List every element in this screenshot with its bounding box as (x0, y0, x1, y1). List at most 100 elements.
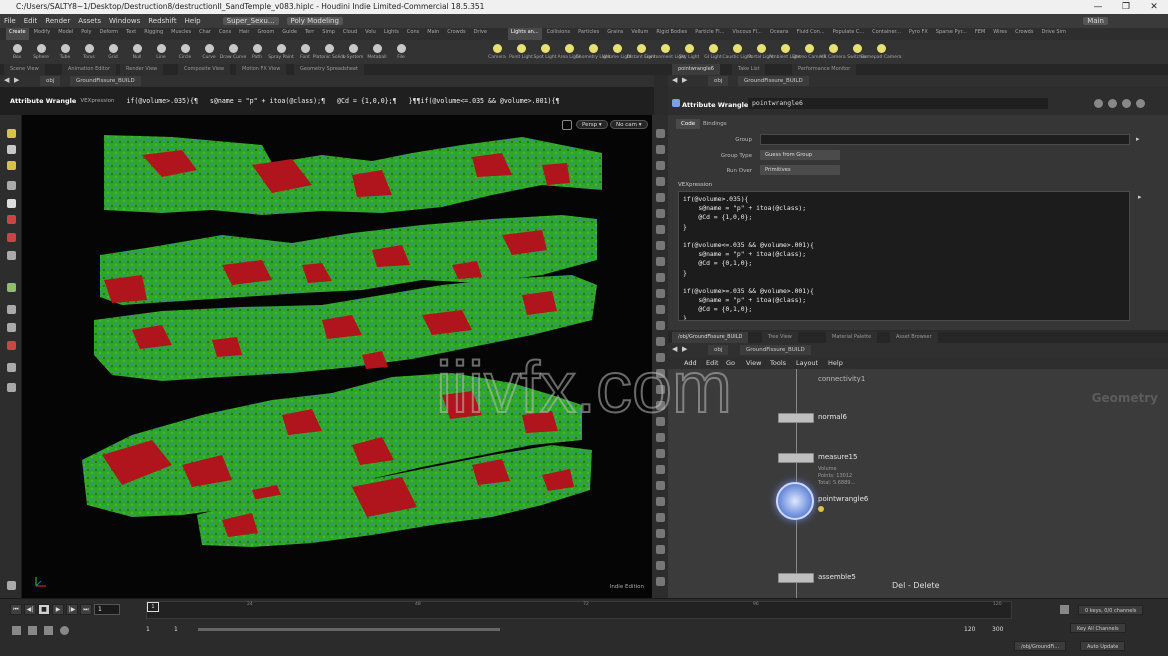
range-slider[interactable] (198, 628, 500, 631)
node-pointwrangle6[interactable] (776, 482, 814, 520)
shelf-tool[interactable]: Camera (486, 40, 508, 64)
network-menu-go[interactable]: Go (726, 357, 735, 369)
node-assemble5[interactable] (778, 573, 814, 583)
shelf-tool[interactable]: Area Light (557, 40, 581, 64)
pane-tab[interactable]: Take List (732, 64, 766, 75)
display-option-icon[interactable] (656, 353, 665, 362)
shelf-tab[interactable]: Drive (471, 28, 490, 40)
network-tab[interactable]: Material Palette (826, 332, 878, 343)
camera-menu[interactable]: No cam ▾ (610, 120, 648, 129)
shelf-tool[interactable]: Spot Light (534, 40, 556, 64)
step-forward-button[interactable]: |▶ (66, 604, 78, 615)
range-end-field[interactable]: 120 (964, 626, 975, 633)
back-arrow-icon[interactable]: ◀ (672, 76, 677, 84)
shelf-tab[interactable]: Sparse Pyr... (933, 28, 970, 40)
display-option-icon[interactable] (656, 225, 665, 234)
key-icon[interactable] (1060, 605, 1069, 614)
zoom-tool-icon[interactable] (7, 323, 16, 332)
network-menu-tools[interactable]: Tools (770, 357, 786, 369)
shelf-tab[interactable]: Cons (404, 28, 422, 40)
display-option-icon[interactable] (656, 417, 665, 426)
shelf-tab[interactable]: Viscous Fl... (729, 28, 765, 40)
key-all-channels-button[interactable]: Key All Channels (1070, 623, 1126, 633)
group-field[interactable] (760, 134, 1130, 145)
menu-file[interactable]: File (4, 17, 16, 25)
display-option-icon[interactable] (656, 337, 665, 346)
shelf-tool[interactable]: L-System (342, 40, 364, 64)
display-option-icon[interactable] (656, 257, 665, 266)
menu-windows[interactable]: Windows (109, 17, 140, 25)
shelf-tab[interactable]: Grains (604, 28, 626, 40)
shelf-tab[interactable]: Fluid Con... (794, 28, 828, 40)
path-crumb-obj[interactable]: obj (40, 76, 61, 86)
forward-arrow-icon[interactable]: ▶ (682, 345, 687, 353)
menu-assets[interactable]: Assets (78, 17, 101, 25)
realtime-toggle-icon[interactable] (12, 626, 21, 635)
shelf-tab[interactable]: Main (424, 28, 442, 40)
start-frame-field[interactable]: 1 (146, 626, 150, 633)
shelf-tool[interactable]: VR Camera (820, 40, 846, 64)
network-tab[interactable]: Tree View (762, 332, 798, 343)
shelf-tool[interactable]: Gamepad Camera (861, 40, 901, 64)
back-arrow-icon[interactable]: ◀ (4, 76, 9, 84)
display-option-icon[interactable] (656, 241, 665, 250)
shelf-tab[interactable]: Guide (279, 28, 300, 40)
display-option-icon[interactable] (656, 305, 665, 314)
network-editor[interactable]: Geometry connectivity1 normal6 measure15… (668, 369, 1168, 598)
shelf-tool[interactable]: Switcher (846, 40, 868, 64)
shelf-tab[interactable]: FEM (972, 28, 988, 40)
shelf-tool[interactable]: Volume Light (602, 40, 632, 64)
forward-arrow-icon[interactable]: ▶ (682, 76, 687, 84)
display-option-icon[interactable] (656, 577, 665, 586)
range-start-field[interactable]: 1 (174, 626, 178, 633)
run-over-dropdown[interactable]: Primitives (760, 165, 840, 175)
back-arrow-icon[interactable]: ◀ (672, 345, 677, 353)
magnet-tool-icon[interactable] (7, 341, 16, 350)
close-button[interactable]: ✕ (1140, 0, 1168, 14)
stop-button[interactable]: ■ (38, 604, 50, 615)
shelf-tab[interactable]: Crowds (444, 28, 468, 40)
shelf-tab[interactable]: Wires (990, 28, 1010, 40)
shelf-tool[interactable]: Grid (102, 40, 124, 64)
shelf-tab[interactable]: Terr (302, 28, 317, 40)
shelf-tool[interactable]: Sky Light (678, 40, 700, 64)
shelf-tab[interactable]: Crowds (1012, 28, 1036, 40)
shelf-tool[interactable]: File (390, 40, 412, 64)
pin-icon[interactable] (1136, 99, 1145, 108)
display-option-icon[interactable] (656, 273, 665, 282)
display-option-icon[interactable] (656, 481, 665, 490)
shelf-tab[interactable]: Container... (869, 28, 904, 40)
network-menu-layout[interactable]: Layout (796, 357, 818, 369)
menu-help[interactable]: Help (185, 17, 201, 25)
shelf-tab[interactable]: Drive Sim (1038, 28, 1068, 40)
display-option-icon[interactable] (656, 497, 665, 506)
shelf-tab[interactable]: Rigid Bodies (653, 28, 690, 40)
code-menu-arrow-icon[interactable]: ▸ (1138, 193, 1142, 201)
path-crumb-node[interactable]: GroundFissure_BUILD (740, 345, 811, 355)
menu-render[interactable]: Render (45, 17, 70, 25)
vex-code-editor[interactable]: if(@volume>.035){ s@name = "p" + itoa(@c… (678, 191, 1130, 321)
shelf-tool[interactable]: Circle (174, 40, 196, 64)
shelf-tab[interactable]: Lights (381, 28, 402, 40)
tab-bindings[interactable]: Bindings (698, 119, 732, 129)
play-button[interactable]: ▶ (52, 604, 64, 615)
jump-start-button[interactable]: ⏮ (10, 604, 22, 615)
display-option-icon[interactable] (656, 401, 665, 410)
sound-toggle-icon[interactable] (28, 626, 37, 635)
path-crumb-obj[interactable]: obj (708, 76, 729, 86)
shelf-tab[interactable]: Populate C... (830, 28, 868, 40)
pane-tab[interactable]: Animation Editor (62, 64, 116, 75)
main-badge[interactable]: Main (1083, 17, 1108, 25)
network-menu-help[interactable]: Help (828, 357, 843, 369)
minimize-button[interactable]: — (1084, 0, 1112, 14)
shelf-tab[interactable]: Cons (216, 28, 234, 40)
network-tab[interactable]: Asset Browser (890, 332, 938, 343)
display-option-icon[interactable] (656, 177, 665, 186)
display-option-icon[interactable] (656, 545, 665, 554)
scale-tool-icon[interactable] (7, 233, 16, 242)
record-toggle-icon[interactable] (60, 626, 69, 635)
shelf-tab[interactable]: Hair (236, 28, 252, 40)
shelf-tab[interactable]: Rigging (141, 28, 166, 40)
path-crumb-node[interactable]: GroundFissure_BUILD (70, 76, 141, 86)
group-select-arrow-icon[interactable]: ▸ (1136, 135, 1140, 143)
